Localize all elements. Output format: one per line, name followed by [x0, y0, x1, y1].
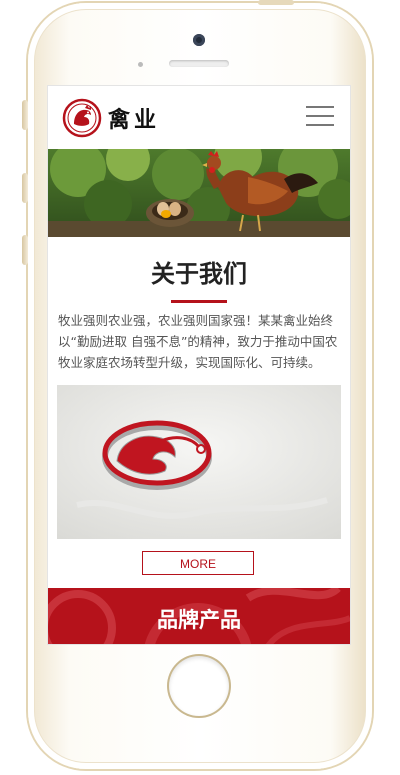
- home-button[interactable]: [169, 656, 229, 716]
- site-logo-text[interactable]: 禽业: [108, 102, 160, 134]
- about-logo-photo: [57, 385, 341, 539]
- front-camera: [193, 34, 205, 46]
- volume-down-button: [22, 235, 28, 265]
- mute-switch: [22, 100, 28, 130]
- earpiece-speaker: [169, 60, 229, 67]
- products-section-title: 品牌产品: [157, 608, 241, 632]
- proximity-sensor: [138, 62, 143, 67]
- about-section-title: 关于我们: [151, 260, 247, 288]
- about-description: 牧业强则农业强，农业强则国家强！某某禽业始终以“勤励进取 自强不息”的精神，致力…: [58, 313, 338, 370]
- site-header: 禽业: [48, 86, 350, 149]
- more-button[interactable]: MORE: [142, 551, 254, 575]
- power-button: [258, 0, 294, 5]
- rooster-seal-icon[interactable]: [62, 98, 102, 138]
- phone-screen: 禽业 关于我们 牧业强则农业强，农业强则国家强！某某禽业始终以“勤励进取 自强不…: [47, 85, 351, 645]
- hero-banner: [48, 149, 350, 237]
- rooster-and-eggs-banner-image: [48, 149, 350, 237]
- hamburger-menu-icon[interactable]: [306, 106, 334, 128]
- title-divider: [171, 300, 227, 303]
- products-section: 品牌产品: [48, 588, 350, 644]
- volume-up-button: [22, 173, 28, 203]
